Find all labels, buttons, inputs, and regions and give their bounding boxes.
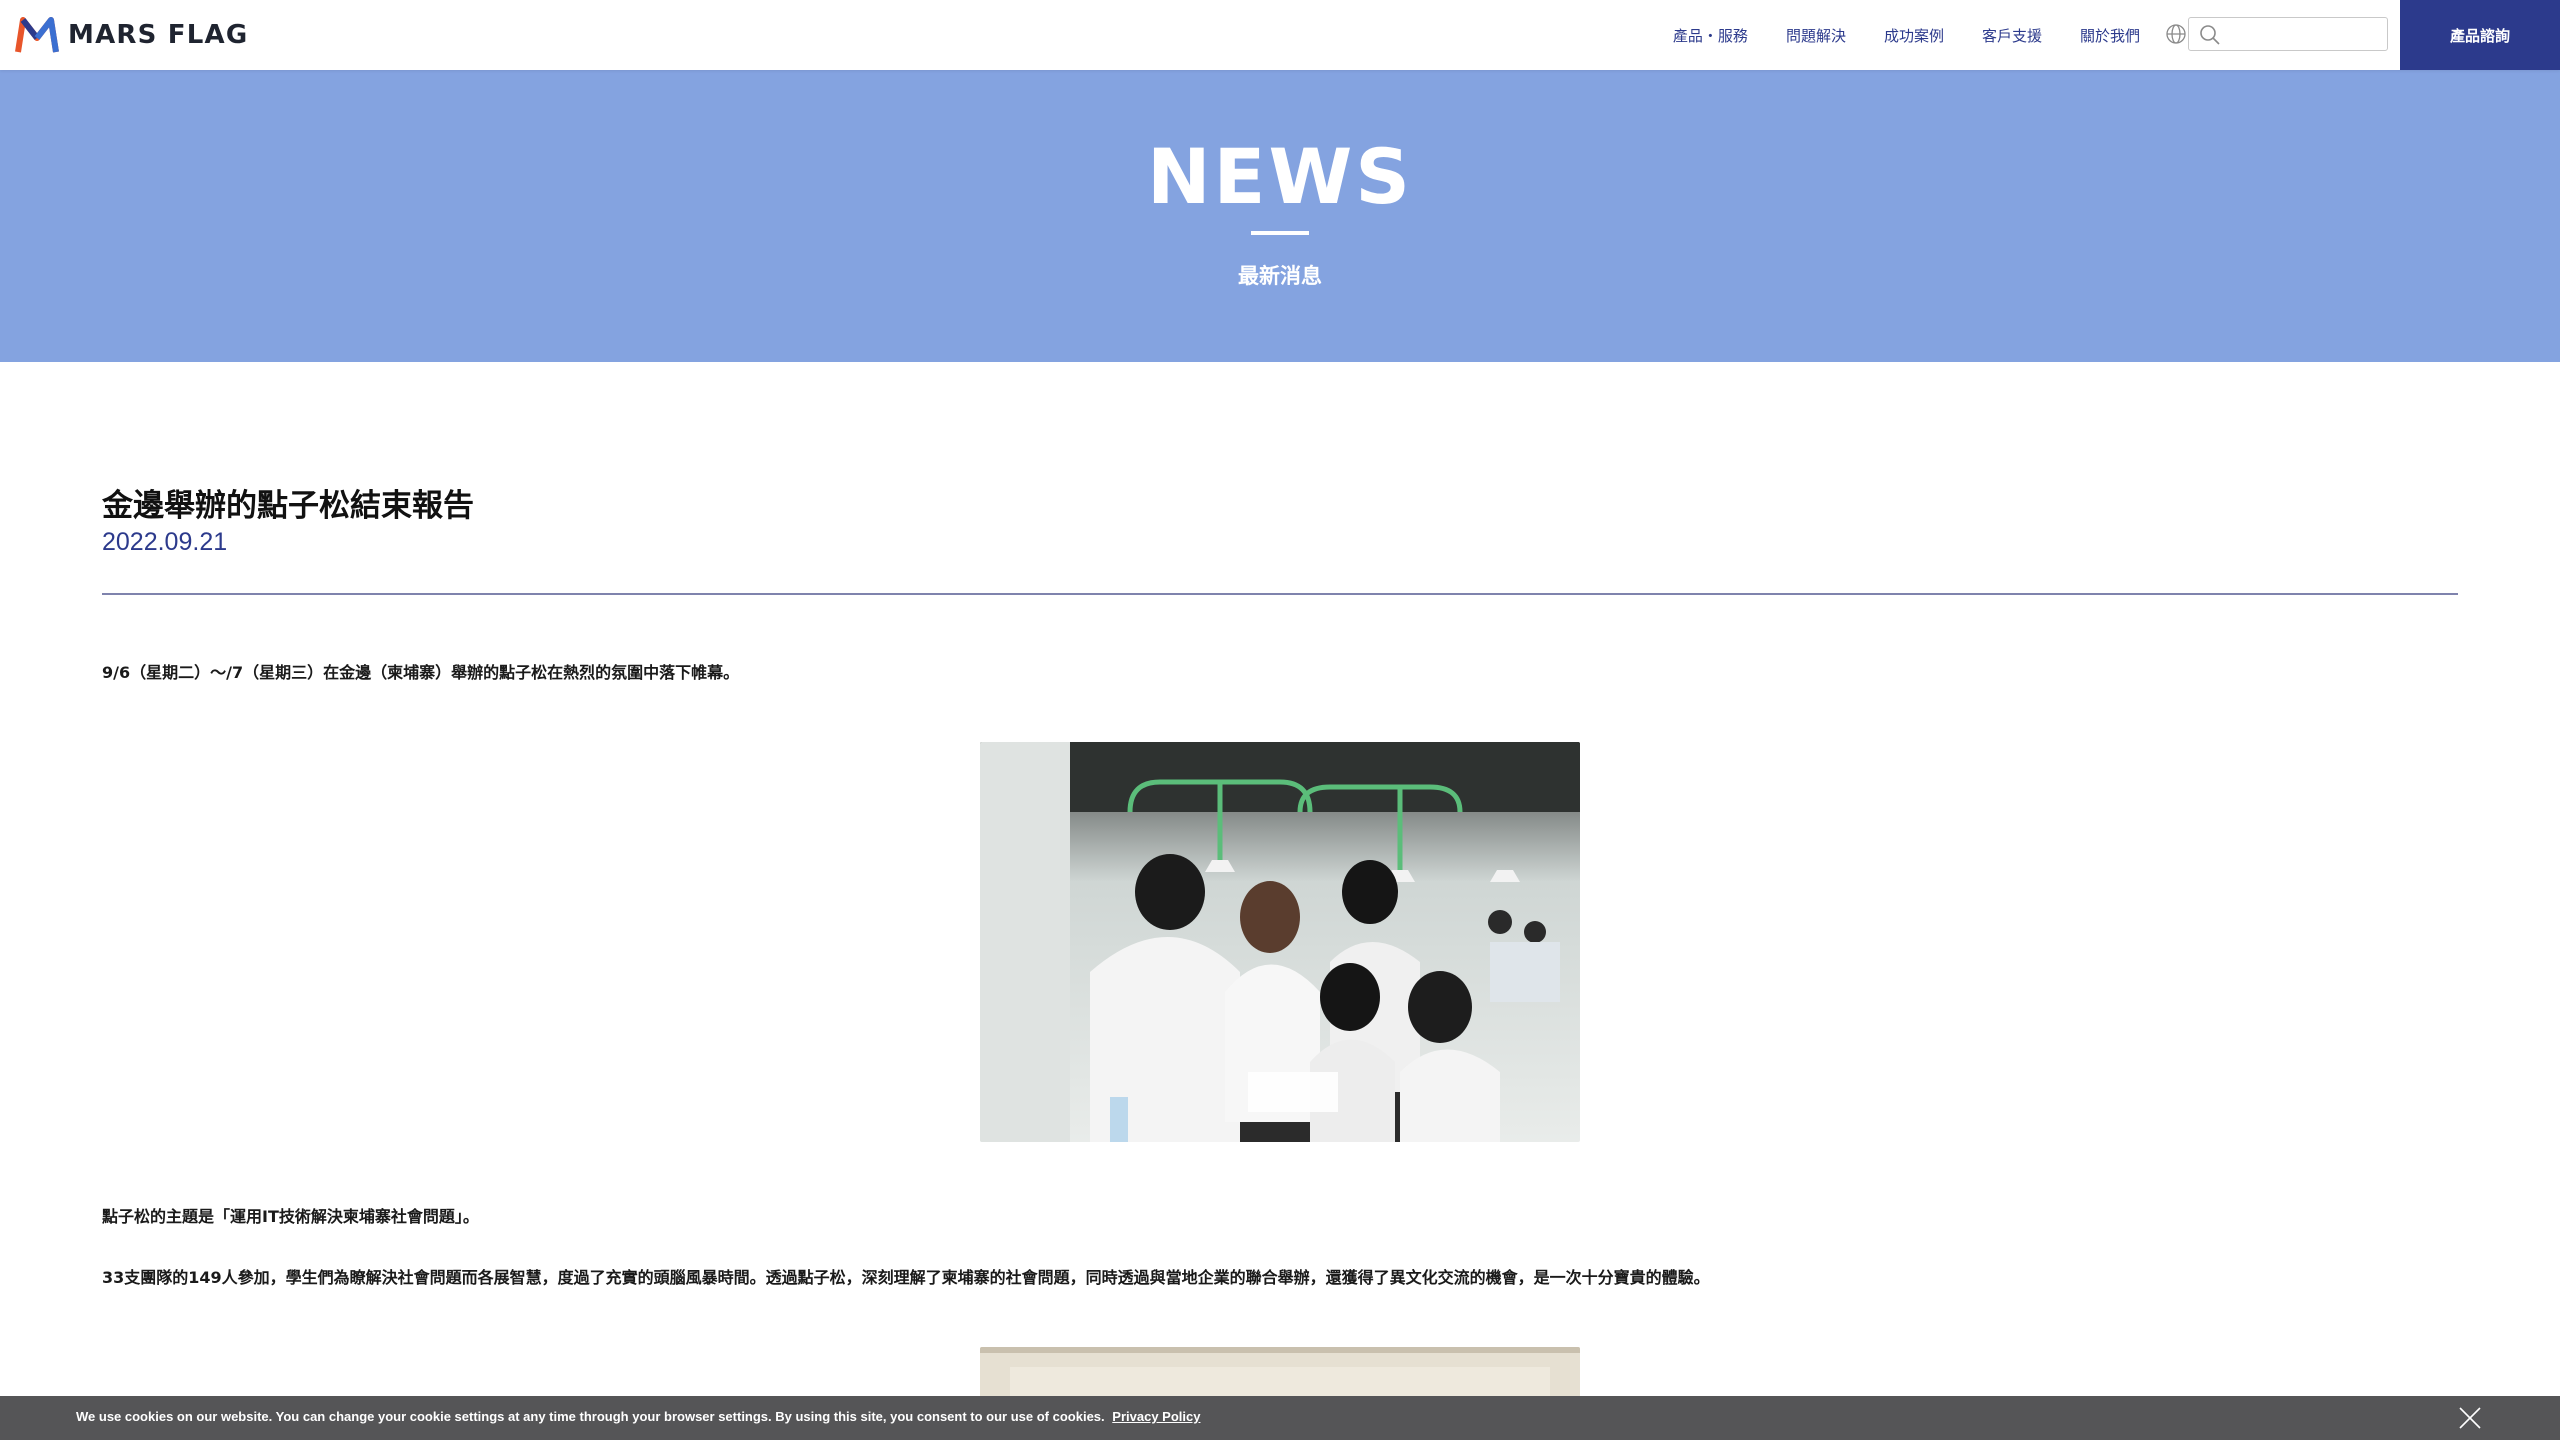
- site-header: MARS FLAG 產品・服務 問題解決 成功案例 客戶支援 關於我們 產品諮詢: [0, 0, 2560, 70]
- article-theme: 點子松的主題是「運用IT技術解決柬埔寨社會問題」。: [102, 1207, 479, 1226]
- banner-title: NEWS: [1146, 132, 1414, 221]
- article-title: 金邊舉辦的點子松結束報告: [102, 488, 474, 524]
- article-date: 2022.09.21: [102, 528, 228, 556]
- search-icon: [2200, 25, 2220, 45]
- product-inquiry-button[interactable]: 產品諮詢: [2400, 0, 2560, 70]
- article-divider: [102, 593, 2458, 595]
- globe-icon[interactable]: [2165, 23, 2187, 45]
- privacy-policy-link[interactable]: Privacy Policy: [1112, 1409, 1200, 1424]
- nav-case-studies[interactable]: 成功案例: [1884, 25, 1944, 46]
- cookie-message: We use cookies on our website. You can c…: [76, 1409, 1200, 1424]
- article-photo: [980, 742, 1580, 1142]
- nav-products[interactable]: 產品・服務: [1673, 25, 1748, 46]
- close-icon[interactable]: [2458, 1406, 2482, 1430]
- search-box[interactable]: [2188, 17, 2388, 51]
- article-intro: 9/6（星期二）～/7（星期三）在金邊（柬埔寨）舉辦的點子松在熱烈的氛圍中落下帷…: [102, 663, 740, 682]
- article-summary: 33支團隊的149人參加，學生們為瞭解決社會問題而各展智慧，度過了充實的頭腦風暴…: [102, 1268, 1710, 1287]
- hackathon-photo-image: [980, 742, 1580, 1142]
- brand-name: MARS FLAG: [68, 20, 249, 50]
- banner-divider: [1251, 231, 1309, 235]
- banner-subtitle: 最新消息: [1238, 264, 1322, 288]
- nav-solutions[interactable]: 問題解決: [1786, 25, 1846, 46]
- nav-about[interactable]: 關於我們: [2080, 25, 2140, 46]
- main-nav: 產品・服務 問題解決 成功案例 客戶支援 關於我們: [1635, 0, 2140, 70]
- cookie-banner: We use cookies on our website. You can c…: [0, 1396, 2560, 1440]
- news-banner: NEWS 最新消息: [0, 70, 2560, 362]
- cookie-text: We use cookies on our website. You can c…: [76, 1409, 1105, 1424]
- nav-support[interactable]: 客戶支援: [1982, 25, 2042, 46]
- search-input[interactable]: [2227, 22, 2381, 48]
- logo[interactable]: MARS FLAG: [14, 14, 248, 56]
- mars-flag-logo-icon: [15, 17, 59, 53]
